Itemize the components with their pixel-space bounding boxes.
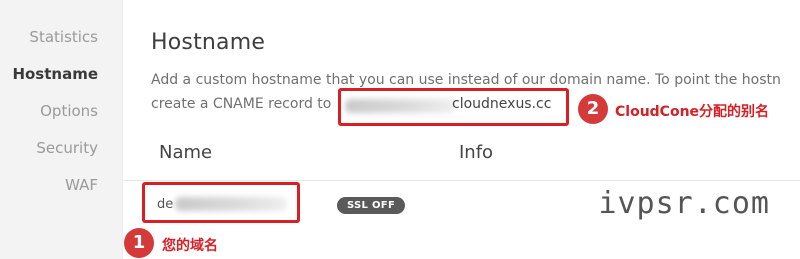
sidebar-item-options[interactable]: Options	[40, 102, 98, 120]
annotation-marker-1: 1	[124, 228, 154, 258]
sidebar-item-statistics[interactable]: Statistics	[29, 28, 98, 46]
annotation-label-2: CloudCone分配的别名	[615, 104, 770, 120]
column-header-info: Info	[459, 142, 494, 163]
annotation-marker-2: 2	[578, 94, 608, 124]
annotation-box-cname	[338, 88, 569, 126]
sidebar-item-waf[interactable]: WAF	[65, 176, 98, 194]
column-header-name: Name	[159, 142, 213, 163]
sidebar-item-security[interactable]: Security	[36, 139, 98, 157]
annotation-box-hostname	[142, 182, 300, 223]
description-line-1: Add a custom hostname that you can use i…	[151, 72, 781, 88]
sidebar-item-hostname[interactable]: Hostname	[12, 65, 98, 83]
page-title: Hostname	[151, 30, 266, 55]
sidebar: Statistics Hostname Options Security WAF	[0, 0, 122, 259]
ssl-status-badge: SSL OFF	[337, 197, 406, 214]
description-line-2: create a CNAME record to	[151, 96, 332, 112]
table-divider	[123, 180, 800, 181]
watermark-text: ivpsr.com	[598, 186, 770, 221]
annotation-label-1: 您的域名	[162, 238, 218, 254]
